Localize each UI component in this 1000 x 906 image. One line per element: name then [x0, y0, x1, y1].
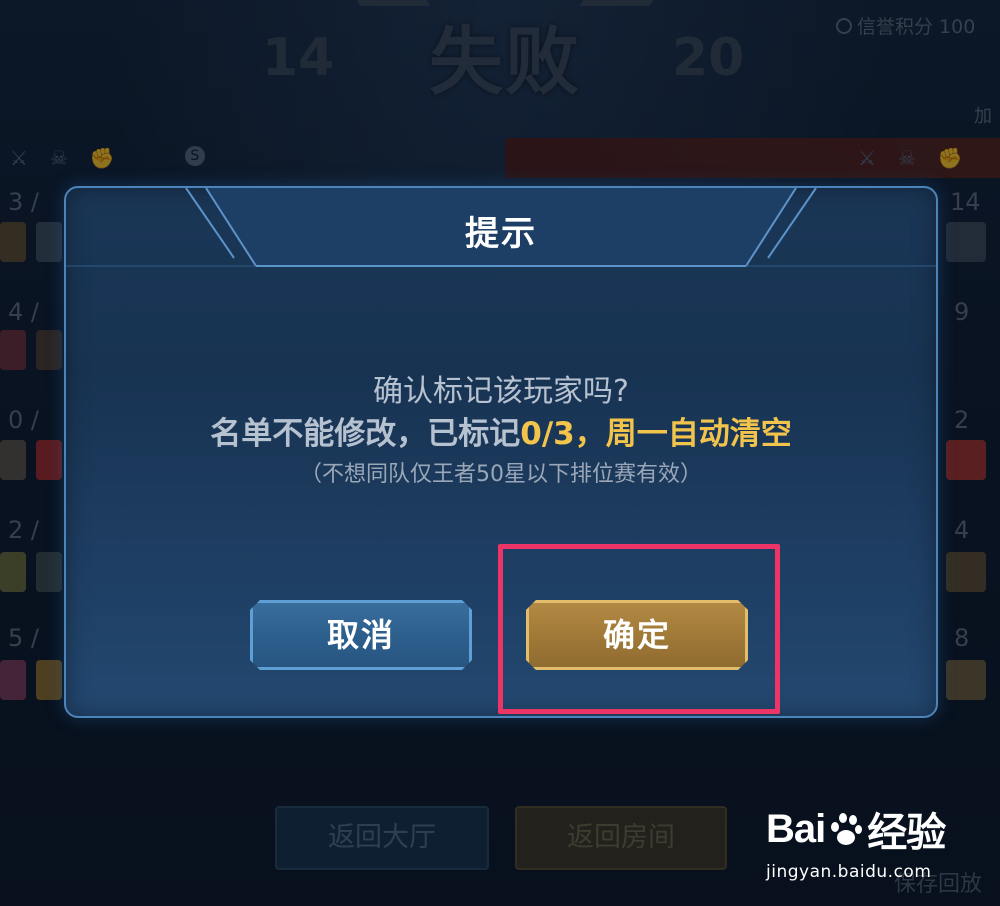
- cancel-button[interactable]: 取消: [250, 600, 472, 670]
- watermark-brand-right: 经验: [867, 811, 946, 855]
- mark-count: 0/3: [520, 416, 575, 452]
- dialog-footnote: （不想同队仅王者50星以下排位赛有效）: [300, 462, 702, 487]
- dialog-title: 提示: [465, 214, 537, 254]
- notice-suffix: ，周一自动清空: [574, 416, 792, 452]
- confirm-button[interactable]: 确定: [526, 600, 748, 670]
- notice-prefix: 名单不能修改，已标记: [210, 416, 521, 452]
- dialog-notice: 名单不能修改，已标记0/3，周一自动清空: [66, 408, 936, 453]
- dialog-question: 确认标记该玩家吗?: [373, 374, 629, 409]
- confirm-dialog: 提示 确认标记该玩家吗? 名单不能修改，已标记0/3，周一自动清空 （不想同队仅…: [64, 186, 938, 718]
- watermark-brand-left: Bai: [766, 806, 826, 851]
- watermark-url: jingyan.baidu.com: [766, 862, 932, 882]
- watermark-brand: Bai 经验: [766, 800, 998, 858]
- dialog-header: 提示: [66, 188, 936, 268]
- baidu-jingyan-watermark: Bai 经验 jingyan.baidu.com: [766, 800, 998, 883]
- paw-icon: [829, 812, 863, 846]
